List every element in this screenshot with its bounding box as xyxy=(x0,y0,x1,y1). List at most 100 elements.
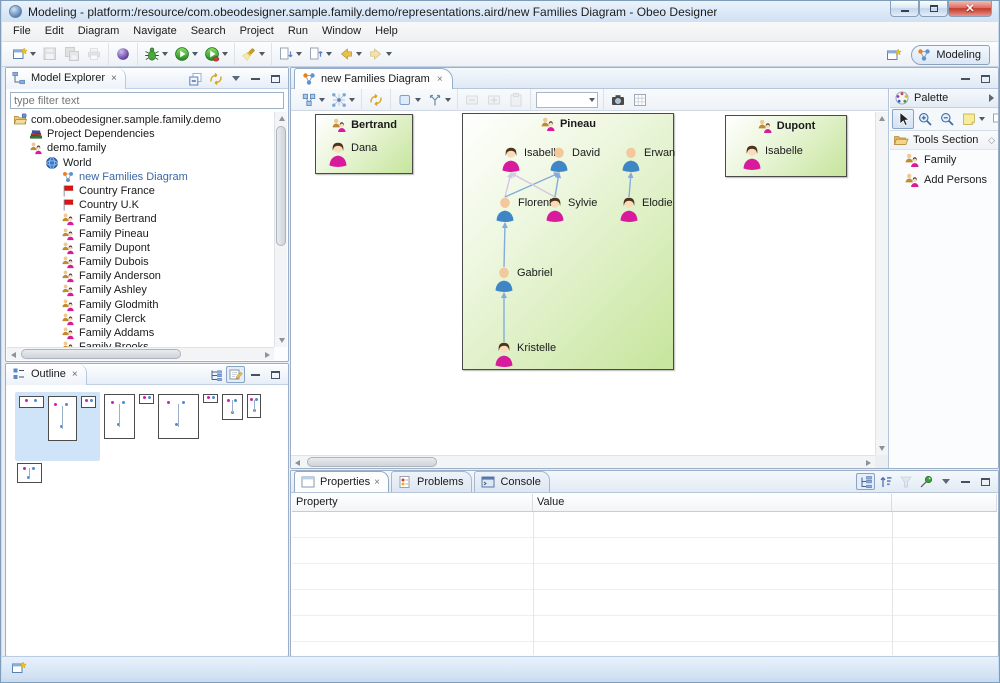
new-shape-button[interactable] xyxy=(394,90,424,110)
external-tools-button[interactable] xyxy=(201,44,231,64)
column-value[interactable]: Value xyxy=(533,494,892,511)
previous-annotation-button[interactable] xyxy=(305,44,335,64)
tree-view-button[interactable] xyxy=(206,366,225,383)
open-perspective-button[interactable] xyxy=(883,45,905,65)
family-bertrand[interactable]: BertrandDana xyxy=(315,114,413,174)
menu-project[interactable]: Project xyxy=(233,22,281,41)
maximize-button[interactable] xyxy=(919,1,948,17)
person-gabriel[interactable]: Gabriel xyxy=(494,266,514,292)
new-element-tool[interactable] xyxy=(988,109,999,129)
family-dupont[interactable]: DupontIsabelle xyxy=(725,115,847,177)
tree-item-family-dupont[interactable]: Family Dupont xyxy=(7,241,274,255)
save-all-button[interactable] xyxy=(61,44,83,64)
model-explorer-tab[interactable]: Model Explorer × xyxy=(6,68,126,89)
palette-header[interactable]: Palette xyxy=(890,89,998,108)
tab-console[interactable]: Console xyxy=(474,471,549,492)
zoom-combo[interactable] xyxy=(536,92,598,108)
outline-tab[interactable]: Outline × xyxy=(6,364,87,385)
person-isabelle[interactable]: Isabelle xyxy=(742,144,762,170)
filter-input[interactable] xyxy=(10,92,284,109)
paste-button[interactable] xyxy=(505,90,527,110)
perspective-modeling-button[interactable]: Modeling xyxy=(911,45,990,65)
view-menu-button[interactable] xyxy=(936,473,955,490)
note-tool[interactable] xyxy=(958,109,988,129)
tree-mode-button[interactable] xyxy=(856,473,875,490)
status-tip-area[interactable] xyxy=(2,660,27,676)
pin-button[interactable] xyxy=(916,473,935,490)
tree-item-world[interactable]: World xyxy=(7,156,274,170)
minimize-view-button[interactable] xyxy=(956,473,975,490)
filters-button[interactable] xyxy=(424,90,454,110)
outline-thumbnail[interactable] xyxy=(158,394,199,439)
collapse-all-button[interactable] xyxy=(186,70,205,87)
person-elodie[interactable]: Elodie xyxy=(619,196,639,222)
person-dana[interactable]: Dana xyxy=(328,141,348,167)
person-erwan[interactable]: Erwan xyxy=(621,146,641,172)
grid-button[interactable] xyxy=(629,90,651,110)
thumbnail-view-button[interactable] xyxy=(226,366,245,383)
tree-item-family-brooks[interactable]: Family Brooks xyxy=(7,340,274,347)
minimize-editor-button[interactable] xyxy=(956,70,975,87)
outline-thumbnail[interactable] xyxy=(139,394,154,404)
diagram-canvas[interactable]: BertrandDanaPineauIsabelleDavidErwanFlor… xyxy=(291,112,875,455)
family-pineau[interactable]: PineauIsabelleDavidErwanFlorentSylvieElo… xyxy=(462,113,674,370)
close-view-icon[interactable]: × xyxy=(374,477,380,488)
sort-button[interactable] xyxy=(876,473,895,490)
palette-item-family[interactable]: Family xyxy=(890,150,998,170)
tree-item-family-anderson[interactable]: Family Anderson xyxy=(7,269,274,283)
forward-button[interactable] xyxy=(365,44,395,64)
menu-diagram[interactable]: Diagram xyxy=(71,22,127,41)
menu-file[interactable]: File xyxy=(6,22,38,41)
back-button[interactable] xyxy=(335,44,365,64)
menu-navigate[interactable]: Navigate xyxy=(126,22,183,41)
minimize-view-button[interactable] xyxy=(246,70,265,87)
minimize-view-button[interactable] xyxy=(246,366,265,383)
outline-thumbnail[interactable] xyxy=(81,396,96,408)
tree-item-demo-family[interactable]: demo.family xyxy=(7,141,274,155)
close-editor-icon[interactable]: × xyxy=(437,74,443,85)
link-editor-button[interactable] xyxy=(206,70,225,87)
outline-thumbnail[interactable] xyxy=(104,394,135,439)
maximize-view-button[interactable] xyxy=(976,473,995,490)
tree-item-family-clerck[interactable]: Family Clerck xyxy=(7,312,274,326)
explorer-vertical-scrollbar[interactable] xyxy=(274,112,287,347)
export-image-button[interactable] xyxy=(607,90,629,110)
editor-tab[interactable]: new Families Diagram × xyxy=(294,68,453,89)
outline-thumbnail[interactable] xyxy=(203,394,218,403)
tree-item-country-france[interactable]: Country France xyxy=(7,184,274,198)
interpreter-button[interactable] xyxy=(112,44,134,64)
tree-item-com-obeodesigner-sample-family-demo[interactable]: com.obeodesigner.sample.family.demo xyxy=(7,113,274,127)
palette-section-header[interactable]: Tools Section ◇ xyxy=(890,131,998,150)
tree-item-family-bertrand[interactable]: Family Bertrand xyxy=(7,212,274,226)
outline-thumbnail[interactable] xyxy=(222,394,243,420)
save-button[interactable] xyxy=(39,44,61,64)
run-button[interactable] xyxy=(171,44,201,64)
maximize-view-button[interactable] xyxy=(266,366,285,383)
canvas-horizontal-scrollbar[interactable] xyxy=(291,455,875,468)
outline-thumbnail[interactable] xyxy=(19,396,44,408)
column-property[interactable]: Property xyxy=(292,494,533,511)
menu-edit[interactable]: Edit xyxy=(38,22,71,41)
person-kristelle[interactable]: Kristelle xyxy=(494,341,514,367)
close-view-icon[interactable]: × xyxy=(111,73,117,84)
close-button[interactable]: ✕ xyxy=(948,1,992,17)
next-annotation-button[interactable] xyxy=(275,44,305,64)
menu-help[interactable]: Help xyxy=(368,22,405,41)
tab-properties[interactable]: Properties × xyxy=(294,471,389,492)
maximize-view-button[interactable] xyxy=(266,70,285,87)
menu-search[interactable]: Search xyxy=(184,22,233,41)
outline-thumbnail[interactable] xyxy=(48,396,77,441)
align-button[interactable] xyxy=(328,90,358,110)
tree-item-family-addams[interactable]: Family Addams xyxy=(7,326,274,340)
view-menu-button[interactable] xyxy=(226,70,245,87)
tab-problems[interactable]: Problems xyxy=(391,471,472,492)
minimize-button[interactable] xyxy=(890,1,919,17)
canvas-vertical-scrollbar[interactable] xyxy=(875,112,888,455)
tree-item-family-pineau[interactable]: Family Pineau xyxy=(7,227,274,241)
palette-expand-icon[interactable] xyxy=(989,94,994,102)
zoom-in-tool[interactable] xyxy=(914,109,936,129)
tree-item-family-glodmith[interactable]: Family Glodmith xyxy=(7,297,274,311)
person-david[interactable]: David xyxy=(549,146,569,172)
hide-button[interactable] xyxy=(461,90,483,110)
arrange-button[interactable] xyxy=(298,90,328,110)
